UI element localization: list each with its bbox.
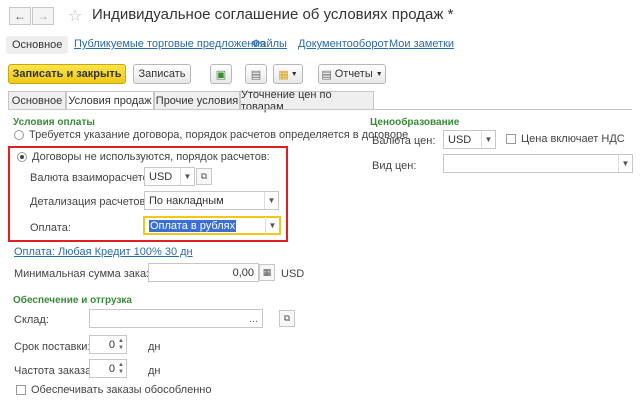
currency-label: Валюта взаиморасчетов:: [30, 172, 158, 184]
chevron-down-icon[interactable]: ▼: [264, 192, 278, 209]
open-warehouse-button[interactable]: ⧉: [279, 310, 295, 327]
delivery-label: Срок поставки:: [14, 341, 91, 353]
min-order-input[interactable]: 0,00: [148, 263, 259, 282]
option-no-contracts-label: Договоры не используются, порядок расчет…: [32, 151, 270, 163]
print-button[interactable]: ▤: [245, 64, 267, 84]
detail-value: По накладным: [149, 194, 224, 207]
calculator-icon: ▦: [262, 267, 272, 277]
report-icon: ▤: [321, 68, 332, 81]
tab-price-clarification[interactable]: Уточнение цен по товарам: [240, 89, 374, 113]
save-button[interactable]: Записать: [133, 64, 191, 84]
delivery-value: 0: [108, 338, 115, 351]
reports-label: Отчеты: [334, 68, 373, 80]
shipping-title: Обеспечение и отгрузка: [13, 295, 132, 306]
price-currency-value: USD: [448, 133, 472, 146]
detail-label: Детализация расчетов:: [30, 196, 149, 208]
option-contract-required[interactable]: Требуется указание договора, порядок рас…: [14, 129, 408, 141]
frequency-label: Частота заказа:: [14, 365, 95, 377]
save-and-close-button[interactable]: Записать и закрыть: [8, 64, 126, 84]
chevron-down-icon[interactable]: ▼: [180, 168, 194, 185]
create-based-button[interactable]: ▦ ▼: [273, 64, 303, 84]
payment-value: Оплата в рублях: [149, 219, 237, 232]
open-icon: ⧉: [200, 171, 208, 181]
reports-button[interactable]: ▤ Отчеты ▼: [318, 64, 386, 84]
tab-other-terms[interactable]: Прочие условия: [154, 91, 240, 109]
arrow-right-icon: →: [37, 9, 49, 23]
separate-orders-option[interactable]: Обеспечивать заказы обособленно: [16, 384, 211, 396]
nav-item-notes[interactable]: Мои заметки: [389, 38, 454, 50]
document-icon: ▤: [250, 68, 262, 81]
nav-item-offers[interactable]: Публикуемые торговые предложения: [74, 38, 266, 50]
vat-checkbox[interactable]: [506, 134, 516, 144]
radio-contract-required[interactable]: [14, 130, 24, 140]
back-button[interactable]: ←: [9, 7, 31, 25]
chevron-down-icon: ▼: [290, 70, 298, 78]
arrow-left-icon: ←: [14, 9, 26, 23]
vat-label: Цена включает НДС: [521, 133, 625, 145]
payment-terms-link[interactable]: Оплата: Любая Кредит 100% 30 дн: [14, 246, 193, 258]
chevron-down-icon[interactable]: ▼: [618, 155, 632, 172]
hierarchy-icon: ▣: [215, 68, 227, 81]
warehouse-input[interactable]: ...: [89, 309, 263, 328]
structure-button[interactable]: ▣: [210, 64, 232, 84]
payment-select[interactable]: Оплата в рублях ▼: [143, 216, 281, 235]
detail-select[interactable]: По накладным ▼: [144, 191, 279, 210]
chevron-down-icon: ▼: [375, 70, 383, 78]
spinner-icon[interactable]: ▲ ▼: [117, 360, 125, 377]
price-type-select[interactable]: ▼: [443, 154, 633, 173]
frequency-input[interactable]: 0 ▲ ▼: [89, 359, 127, 378]
ellipsis-icon[interactable]: ...: [249, 313, 258, 325]
radio-no-contracts[interactable]: [17, 152, 27, 162]
min-order-currency: USD: [281, 268, 305, 280]
min-order-value: 0,00: [232, 266, 254, 279]
nav-item-docflow[interactable]: Документооборот: [298, 38, 388, 50]
min-order-label: Минимальная сумма заказа:: [14, 268, 161, 280]
delivery-input[interactable]: 0 ▲ ▼: [89, 335, 127, 354]
tab-main[interactable]: Основное: [8, 91, 66, 109]
folder-icon: ▦: [278, 68, 289, 81]
price-currency-select[interactable]: USD ▼: [443, 130, 496, 149]
spinner-icon[interactable]: ▲ ▼: [117, 336, 125, 353]
currency-value: USD: [149, 170, 173, 183]
forward-button[interactable]: →: [32, 7, 54, 25]
chevron-down-icon[interactable]: ▼: [481, 131, 495, 148]
delivery-unit: дн: [148, 341, 161, 353]
open-currency-button[interactable]: ⧉: [196, 168, 212, 185]
pricing-title: Ценообразование: [370, 117, 460, 128]
chevron-down-icon[interactable]: ▼: [265, 217, 279, 234]
payment-label: Оплата:: [30, 222, 71, 234]
star-icon[interactable]: ☆: [68, 6, 82, 26]
currency-select[interactable]: USD ▼: [144, 167, 195, 186]
nav-item-main[interactable]: Основное: [6, 36, 69, 54]
price-currency-label: Валюта цен:: [372, 135, 436, 147]
frequency-unit: дн: [148, 365, 161, 377]
calculator-button[interactable]: ▦: [259, 264, 275, 281]
nav-item-files[interactable]: Файлы: [252, 38, 287, 50]
option-no-contracts[interactable]: Договоры не используются, порядок расчет…: [17, 151, 270, 163]
tab-sales-terms[interactable]: Условия продаж: [66, 91, 154, 110]
frequency-value: 0: [108, 362, 115, 375]
vat-option[interactable]: Цена включает НДС: [506, 133, 625, 145]
page-title: Индивидуальное соглашение об условиях пр…: [92, 6, 454, 23]
open-icon: ⧉: [283, 313, 291, 323]
separate-orders-label: Обеспечивать заказы обособленно: [31, 384, 212, 396]
option-contract-required-label: Требуется указание договора, порядок рас…: [29, 129, 409, 141]
price-type-label: Вид цен:: [372, 160, 417, 172]
warehouse-label: Склад:: [14, 314, 49, 326]
separate-orders-checkbox[interactable]: [16, 385, 26, 395]
tab-divider: [8, 109, 632, 110]
payment-terms-title: Условия оплаты: [13, 117, 95, 128]
